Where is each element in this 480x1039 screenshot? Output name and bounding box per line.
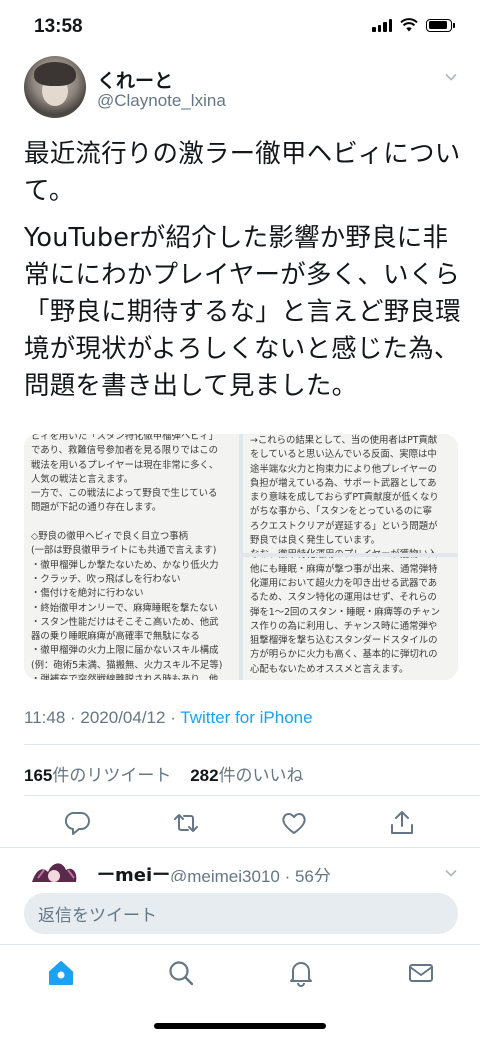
like-icon[interactable] bbox=[279, 808, 309, 838]
tweet-timestamp: 11:48 · 2020/04/12 · Twitter for iPhone bbox=[24, 708, 313, 728]
reply-input[interactable]: 返信をツイート bbox=[24, 893, 458, 934]
author-handle[interactable]: @Claynote_lxina bbox=[97, 91, 226, 111]
attached-image-2[interactable]: →これらの結果として、当の使用者はPT貢献 をしていると思い込んでいる反面、実際… bbox=[243, 434, 458, 680]
chevron-down-icon[interactable] bbox=[444, 866, 458, 880]
battery-icon bbox=[426, 18, 455, 32]
compose-bar: 返信をツイート bbox=[0, 882, 480, 944]
image-divider bbox=[243, 553, 458, 557]
status-time: 13:58 bbox=[34, 16, 83, 37]
divider bbox=[24, 795, 480, 796]
wifi-icon bbox=[400, 18, 418, 32]
like-label[interactable]: 件のいいね bbox=[219, 766, 304, 786]
home-icon[interactable] bbox=[47, 959, 75, 987]
reply-avatar[interactable] bbox=[28, 858, 80, 882]
image-1-text: ビィを用いた「スタン特化徹甲榴弾ヘビィ」 であり、救難信号参加者を見る限りではこ… bbox=[31, 434, 223, 680]
search-icon[interactable] bbox=[167, 959, 195, 987]
tweet-stats: 165件のリツイート 282件のいいね bbox=[24, 761, 304, 786]
retweet-count[interactable]: 165 bbox=[24, 766, 52, 785]
tweet-actions bbox=[0, 808, 480, 840]
author-avatar[interactable] bbox=[24, 56, 86, 118]
divider bbox=[0, 847, 480, 848]
status-icons bbox=[372, 18, 455, 32]
retweet-label[interactable]: 件のリツイート bbox=[52, 766, 171, 786]
reply-icon[interactable] bbox=[63, 808, 93, 838]
tweet-source-link[interactable]: Twitter for iPhone bbox=[180, 708, 312, 727]
share-icon[interactable] bbox=[387, 808, 417, 838]
author-display-name[interactable]: くれーと bbox=[97, 66, 173, 93]
tweet-text-paragraph: 最近流行りの激ラー徹甲ヘビィについて。 bbox=[24, 139, 461, 206]
tweet-media[interactable]: ビィを用いた「スタン特化徹甲榴弾ヘビィ」 であり、救難信号参加者を見る限りではこ… bbox=[24, 434, 458, 680]
like-count[interactable]: 282 bbox=[190, 766, 218, 785]
tweet-text: 最近流行りの激ラー徹甲ヘビィについて。 YouTuberが紹介した影響か野良に非… bbox=[24, 136, 462, 415]
status-bar: 13:58 bbox=[0, 0, 480, 52]
notifications-icon[interactable] bbox=[287, 959, 315, 987]
chevron-down-icon[interactable] bbox=[444, 70, 458, 84]
tweet-text-paragraph: YouTuberが紹介した影響か野良に非常ににわかプレイヤーが多く、いくら「野良… bbox=[24, 223, 461, 401]
divider bbox=[24, 744, 480, 745]
home-indicator[interactable] bbox=[154, 1023, 326, 1029]
cellular-signal-icon bbox=[372, 18, 392, 32]
retweet-icon[interactable] bbox=[171, 808, 201, 838]
attached-image-1[interactable]: ビィを用いた「スタン特化徹甲榴弾ヘビィ」 であり、救難信号参加者を見る限りではこ… bbox=[24, 434, 239, 680]
timestamp-text: 11:48 · 2020/04/12 · bbox=[24, 708, 181, 727]
messages-icon[interactable] bbox=[407, 959, 435, 987]
